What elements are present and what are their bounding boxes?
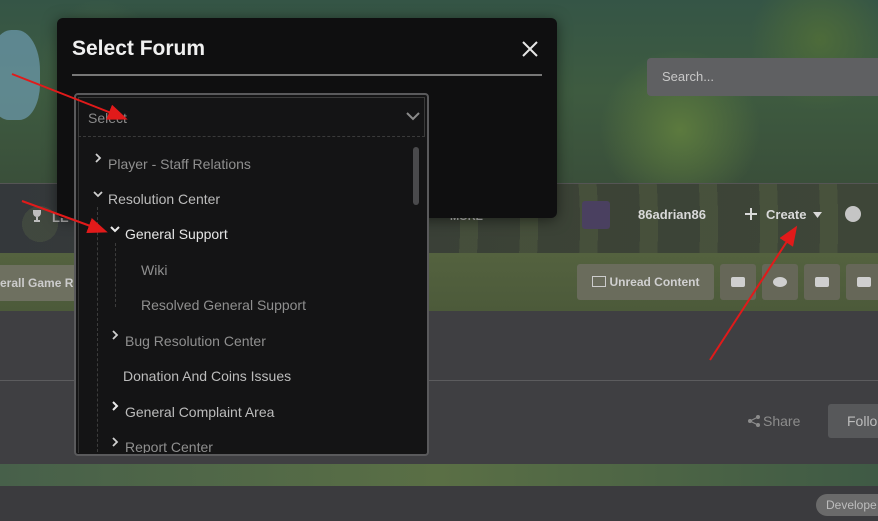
twitch-icon	[857, 277, 871, 287]
modal-title: Select Forum	[72, 37, 206, 60]
developer-badge[interactable]: Develope	[816, 494, 878, 516]
chevron-down-icon[interactable]	[110, 224, 120, 234]
tree-item[interactable]: Resolution Center	[108, 187, 220, 211]
discord-button[interactable]	[762, 264, 798, 300]
tree-item[interactable]: Wiki	[141, 258, 167, 282]
tree-item[interactable]: General Support	[125, 222, 228, 246]
mascot-image	[0, 30, 40, 120]
username-link[interactable]: 86adrian86	[638, 207, 706, 222]
tree-item[interactable]: General Complaint Area	[125, 400, 274, 424]
chevron-right-icon[interactable]	[110, 437, 120, 447]
tree-item[interactable]: Resolved General Support	[141, 293, 306, 317]
share-icon	[815, 277, 829, 287]
twitch-button[interactable]	[846, 264, 878, 300]
share-icon	[748, 415, 760, 427]
share-link[interactable]: Share	[748, 413, 800, 429]
grid-icon	[591, 276, 606, 287]
unread-content-button[interactable]: Unread Content	[577, 264, 714, 300]
chevron-right-icon[interactable]	[110, 330, 120, 340]
search-input[interactable]: Search...	[647, 58, 878, 96]
chevron-down-icon[interactable]	[406, 111, 420, 121]
avatar[interactable]	[582, 201, 610, 229]
forum-tree: Player - Staff Relations Resolution Cent…	[78, 137, 426, 453]
footer-banner	[0, 464, 878, 486]
chevron-right-icon[interactable]	[93, 153, 103, 163]
plus-icon	[745, 208, 757, 220]
forum-select[interactable]: Select	[78, 97, 425, 137]
share-button[interactable]	[804, 264, 840, 300]
follow-button[interactable]: Follo	[828, 404, 878, 438]
chevron-down-icon	[813, 212, 822, 218]
chevron-down-icon[interactable]	[93, 189, 103, 199]
forum-dropdown[interactable]: Select Player - Staff Relations Resoluti…	[74, 93, 429, 456]
youtube-button[interactable]	[720, 264, 756, 300]
dropdown-scrollbar[interactable]	[413, 147, 419, 205]
close-icon[interactable]	[520, 39, 540, 59]
page-bottom	[0, 486, 878, 521]
tree-item[interactable]: Report Center	[125, 435, 213, 453]
youtube-icon	[731, 277, 745, 287]
tree-item[interactable]: Donation And Coins Issues	[123, 364, 291, 388]
chevron-right-icon[interactable]	[110, 401, 120, 411]
globe-icon[interactable]	[845, 206, 861, 222]
tree-item[interactable]: Bug Resolution Center	[125, 329, 266, 353]
trophy-icon	[33, 210, 41, 222]
tree-item[interactable]: Player - Staff Relations	[108, 152, 251, 176]
modal-separator	[72, 74, 542, 76]
discord-icon	[773, 277, 787, 287]
create-button[interactable]: Create	[766, 207, 806, 222]
